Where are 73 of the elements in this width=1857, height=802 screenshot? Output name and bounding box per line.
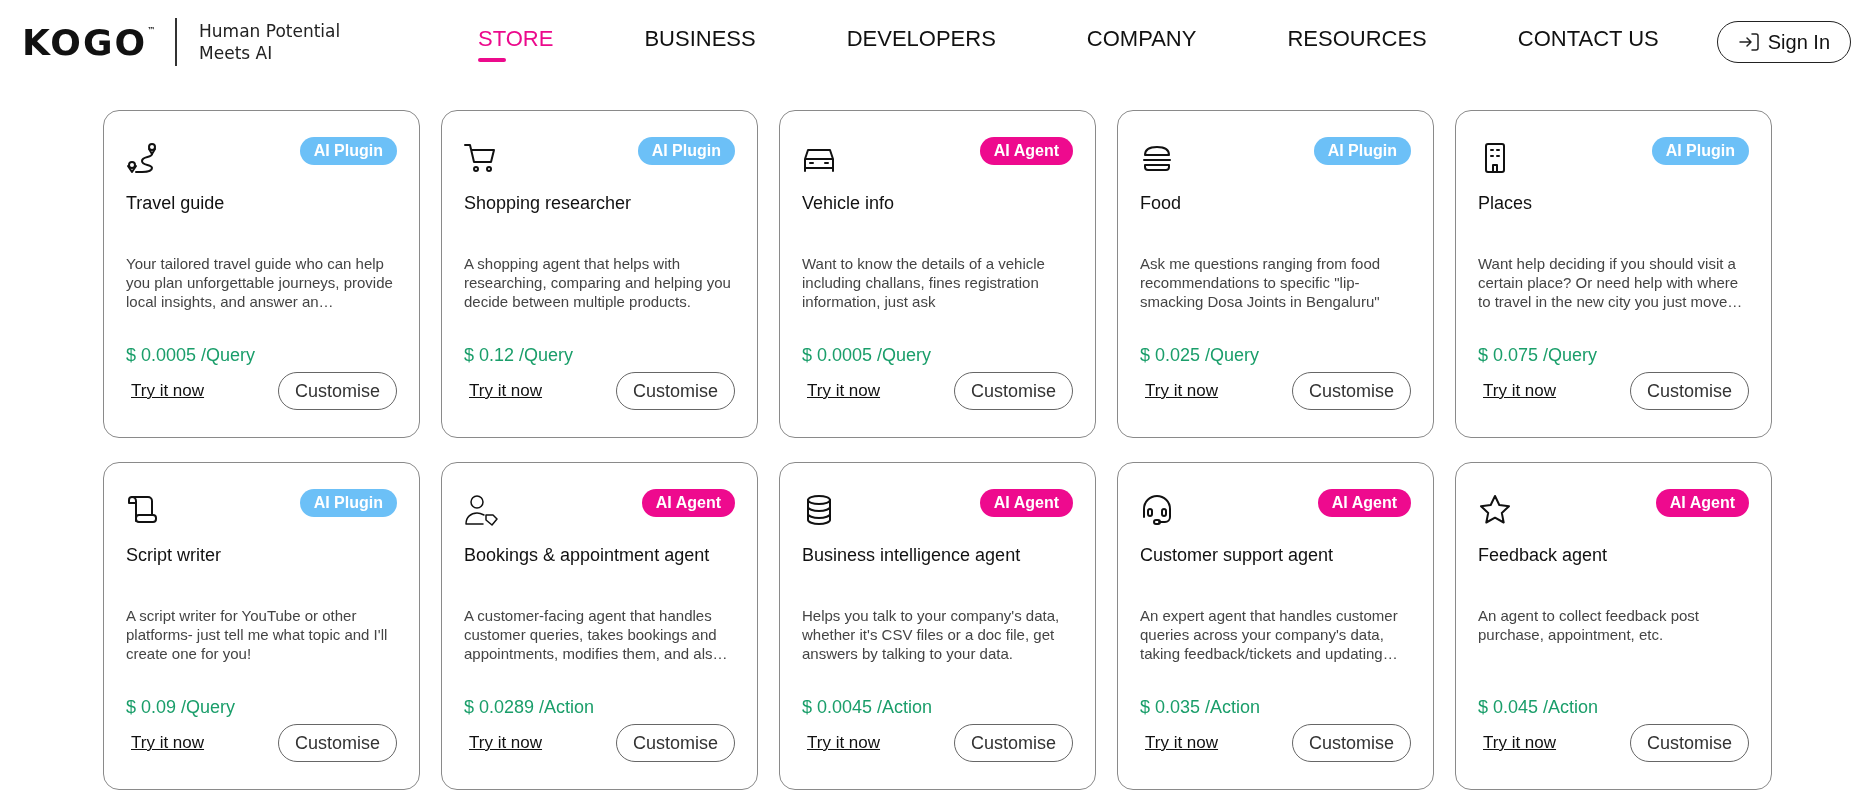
customise-button[interactable]: Customise — [953, 372, 1073, 410]
price-label: $ 0.0005 /Query — [126, 345, 257, 366]
try-it-now-link[interactable]: Try it now — [469, 733, 543, 753]
card-description: An expert agent that handles customer queries across your company's data, taking feedback/tickets and updating… — [1140, 606, 1399, 663]
customise-button[interactable]: Customise — [953, 724, 1073, 762]
card-title: Business intelligence agent — [802, 545, 1022, 566]
nav-tab[interactable]: CONTACT US — [1517, 20, 1659, 64]
card-description: Helps you talk to your company's data, whether it's CSV files or a doc file, get answers by talking to your data. — [802, 606, 1061, 663]
price-label: $ 0.075 /Query — [1478, 345, 1599, 366]
try-it-now-link[interactable]: Try it now — [1483, 381, 1557, 401]
card-description: Your tailored travel guide who can help you plan unforgettable journeys, provide local insights, and answer an… — [126, 254, 394, 311]
card-description: Ask me questions ranging from food recommendations to specific "lip-smacking Dosa Joints in Bengaluru" — [1140, 254, 1382, 311]
category-badge: AI Agent — [979, 137, 1073, 165]
customise-button[interactable]: Customise — [1291, 372, 1411, 410]
card-title: Places — [1478, 193, 1534, 214]
category-badge: AI Plugin — [1651, 137, 1749, 165]
price-label: $ 0.0005 /Query — [802, 345, 933, 366]
category-badge: AI Agent — [1317, 489, 1411, 517]
card-title: Food — [1140, 193, 1183, 214]
price-label: $ 0.09 /Query — [126, 697, 237, 718]
category-badge: AI Agent — [1655, 489, 1749, 517]
nav-tab[interactable]: DEVELOPERS — [846, 20, 996, 64]
price-label: $ 0.0289 /Action — [464, 697, 596, 718]
price-label: $ 0.025 /Query — [1140, 345, 1261, 366]
sign-in-button[interactable]: Sign In — [1716, 21, 1851, 63]
try-it-now-link[interactable]: Try it now — [469, 381, 543, 401]
customise-button[interactable]: Customise — [1629, 724, 1749, 762]
try-it-now-link[interactable]: Try it now — [807, 733, 881, 753]
card-title: Script writer — [126, 545, 222, 566]
try-it-now-link[interactable]: Try it now — [1145, 733, 1219, 753]
card-description: A customer-facing agent that handles customer queries, takes bookings and appointments, modifies them, and als… — [464, 606, 729, 663]
card-title: Feedback agent — [1478, 545, 1609, 566]
nav-tab[interactable]: STORE — [478, 20, 554, 64]
customise-button[interactable]: Customise — [615, 724, 735, 762]
cart-icon — [464, 141, 498, 175]
card-title: Customer support agent — [1140, 545, 1335, 566]
try-it-now-link[interactable]: Try it now — [131, 381, 205, 401]
nav-tab[interactable]: COMPANY — [1086, 20, 1197, 64]
customise-button[interactable]: Customise — [1291, 724, 1411, 762]
customise-button[interactable]: Customise — [615, 372, 735, 410]
card-description: A script writer for YouTube or other platforms- just tell me what topic and I'll create one for you! — [126, 606, 389, 663]
try-it-now-link[interactable]: Try it now — [1483, 733, 1557, 753]
category-badge: AI Plugin — [1313, 137, 1411, 165]
try-it-now-link[interactable]: Try it now — [807, 381, 881, 401]
price-label: $ 0.12 /Query — [464, 345, 575, 366]
customise-button[interactable]: Customise — [1629, 372, 1749, 410]
price-label: $ 0.035 /Action — [1140, 697, 1262, 718]
card-description: An agent to collect feedback post purchase, appointment, etc. — [1478, 606, 1700, 645]
category-badge: AI Plugin — [299, 489, 397, 517]
card-title: Shopping researcher — [464, 193, 633, 214]
tagline: Human Potential Meets AI — [199, 20, 341, 64]
card-title: Bookings & appointment agent — [464, 545, 711, 566]
nav-tab[interactable]: BUSINESS — [644, 20, 756, 64]
logo[interactable]: KOGO$^{™}$ — [22, 21, 156, 63]
category-badge: AI Plugin — [637, 137, 735, 165]
person-tag-icon — [464, 493, 498, 527]
category-badge: AI Agent — [641, 489, 735, 517]
card-description: Want to know the details of a vehicle including challans, fines registration information, just ask — [802, 254, 1046, 311]
nav-tab[interactable]: RESOURCES — [1287, 20, 1427, 64]
customise-button[interactable]: Customise — [277, 372, 397, 410]
price-label: $ 0.0045 /Action — [802, 697, 934, 718]
headset-icon — [1140, 493, 1174, 527]
category-badge: AI Agent — [979, 489, 1073, 517]
card-description: Want help deciding if you should visit a certain place? Or need help with where to travel in the new city you just move… — [1478, 254, 1744, 311]
card-title: Vehicle info — [802, 193, 896, 214]
card-description: A shopping agent that helps with researching, comparing and helping you decide between multiple products. — [464, 254, 732, 311]
category-badge: AI Plugin — [299, 137, 397, 165]
try-it-now-link[interactable]: Try it now — [131, 733, 205, 753]
sign-in-icon — [1737, 32, 1760, 52]
customise-button[interactable]: Customise — [277, 724, 397, 762]
card-title: Travel guide — [126, 193, 226, 214]
try-it-now-link[interactable]: Try it now — [1145, 381, 1219, 401]
price-label: $ 0.045 /Action — [1478, 697, 1600, 718]
